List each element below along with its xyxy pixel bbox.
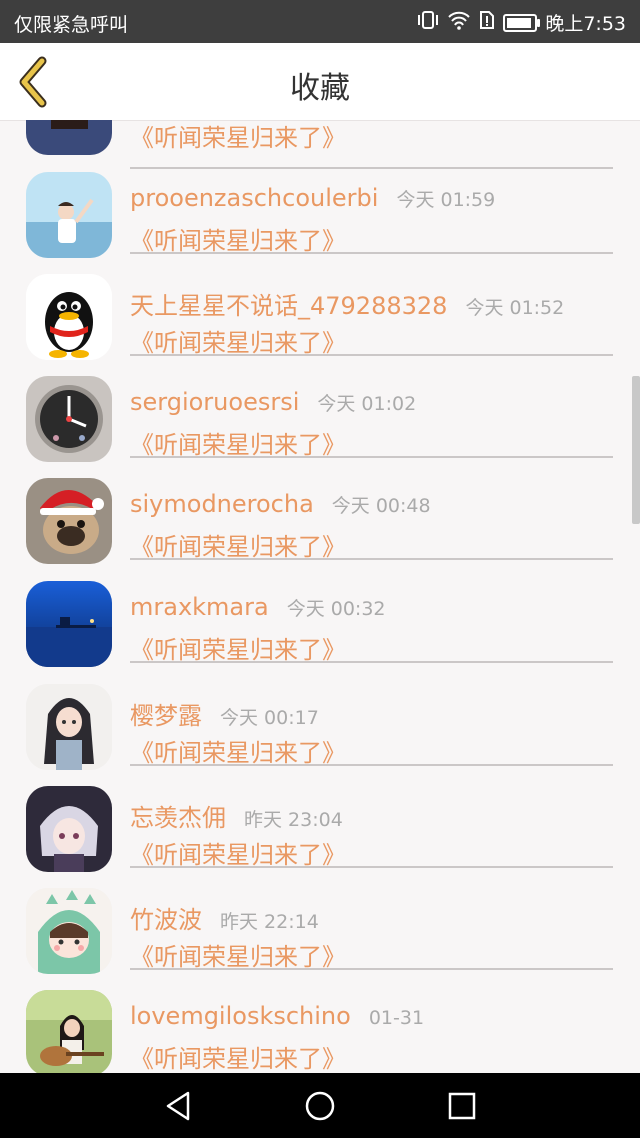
username[interactable]: siymodnerocha [130,490,314,518]
timestamp: 今天 01:02 [317,393,417,415]
timestamp: 今天 01:59 [396,189,496,211]
circle-home-icon [305,1091,335,1121]
divider [130,456,613,458]
avatar[interactable] [26,684,112,770]
song-title: 《听闻荣星归来了》 [130,943,346,971]
song-title: 《听闻荣星归来了》 [130,739,346,767]
list-item[interactable]: prooenzaschcoulerbi 今天 01:59 《听闻荣星归来了》 [0,171,640,273]
sim-alert-icon [479,10,495,35]
song-title: 《听闻荣星归来了》 [130,533,346,561]
avatar[interactable] [26,376,112,462]
avatar[interactable] [26,990,112,1073]
page-title: 收藏 [290,71,350,106]
divider [130,764,613,766]
triangle-back-icon [166,1091,190,1121]
back-nav-button[interactable] [162,1089,196,1123]
list-item[interactable]: 忘羡杰佣 昨天 23:04 《听闻荣星归来了》 [0,785,640,887]
timestamp: 01-31 [368,1007,425,1029]
avatar[interactable] [26,120,112,155]
status-bar: 仅限紧急呼叫 晚上7:53 [0,0,640,43]
divider [130,968,613,970]
battery-icon [503,13,541,32]
song-title: 《听闻荣星归来了》 [130,329,346,357]
timestamp: 今天 00:32 [286,598,386,620]
avatar[interactable] [26,478,112,564]
favorites-list[interactable]: 《听闻荣星归来了》 prooenzaschcoulerbi 今天 01:59 《… [0,120,640,1073]
list-item[interactable]: lovemgiloskschino 01-31 《听闻荣星归来了》 [0,989,640,1073]
username[interactable]: sergioruoesrsi [130,388,299,416]
scrollbar-thumb[interactable] [632,376,640,524]
avatar[interactable] [26,786,112,872]
status-icons: 晚上7:53 [417,9,626,36]
timestamp: 今天 01:52 [465,297,565,319]
divider [130,252,613,254]
title-bar: 收藏 [0,43,640,121]
username[interactable]: mraxkmara [130,593,269,621]
divider [130,558,613,560]
song-title: 《听闻荣星归来了》 [130,1045,346,1073]
divider [130,661,613,663]
divider [130,354,613,356]
divider [130,167,613,169]
song-title: 《听闻荣星归来了》 [130,841,346,869]
song-title: 《听闻荣星归来了》 [130,431,346,459]
list-item[interactable]: sergioruoesrsi 今天 01:02 《听闻荣星归来了》 [0,375,640,477]
avatar[interactable] [26,172,112,258]
username[interactable]: 竹波波 [130,900,202,935]
timestamp: 昨天 22:14 [220,911,319,933]
divider [130,866,613,868]
username[interactable]: 忘羡杰佣 [130,798,226,833]
list-item[interactable]: siymodnerocha 今天 00:48 《听闻荣星归来了》 [0,477,640,579]
username[interactable]: lovemgiloskschino [130,1002,351,1030]
username[interactable]: 天上星星不说话_479288328 [130,286,447,321]
username[interactable]: prooenzaschcoulerbi [130,184,378,212]
timestamp: 昨天 23:04 [244,809,343,831]
wifi-icon [447,10,471,35]
list-item[interactable]: 天上星星不说话_479288328 今天 01:52 《听闻荣星归来了》 [0,273,640,375]
navigation-bar [0,1073,640,1138]
list-item[interactable]: 《听闻荣星归来了》 [0,120,640,170]
avatar[interactable] [26,274,112,360]
recents-nav-button[interactable] [445,1089,479,1123]
list-item[interactable]: 竹波波 昨天 22:14 《听闻荣星归来了》 [0,887,640,989]
timestamp: 今天 00:17 [220,707,319,729]
status-text: 仅限紧急呼叫 [14,14,129,36]
avatar[interactable] [26,581,112,667]
timestamp: 今天 00:48 [331,495,431,517]
square-recents-icon [448,1092,476,1120]
avatar[interactable] [26,888,112,974]
list-item[interactable]: 樱梦露 今天 00:17 《听闻荣星归来了》 [0,683,640,785]
vibrate-icon [417,10,439,35]
status-time: 晚上7:53 [545,13,626,35]
home-nav-button[interactable] [303,1089,337,1123]
list-item[interactable]: mraxkmara 今天 00:32 《听闻荣星归来了》 [0,580,640,682]
song-title: 《听闻荣星归来了》 [130,124,346,152]
username[interactable]: 樱梦露 [130,696,202,731]
song-title: 《听闻荣星归来了》 [130,636,346,664]
song-title: 《听闻荣星归来了》 [130,227,346,255]
